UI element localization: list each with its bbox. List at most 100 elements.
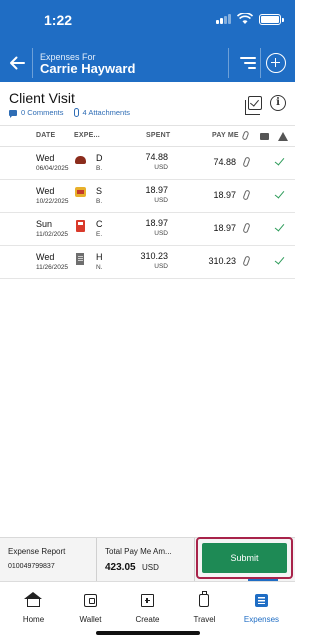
wallet-icon: [84, 594, 97, 607]
tab-wallet[interactable]: Wallet: [61, 582, 120, 632]
submit-highlight: Submit: [196, 537, 293, 579]
expense-report-id: 010049799837: [8, 563, 55, 570]
expenses-icon: [255, 594, 268, 607]
report-meta: 0 Comments 4 Attachments: [9, 108, 131, 118]
tab-label: Create: [135, 615, 160, 624]
row-pay-me: 310.23: [208, 256, 236, 266]
row-subtext: B.: [96, 165, 103, 172]
footer-divider: [96, 538, 97, 582]
row-pay-me: 18.97: [213, 190, 236, 200]
status-bar: 1:22: [0, 0, 295, 44]
table-row[interactable]: Wed 11/26/2025 H N. 310.23 USD 310.23: [0, 246, 295, 279]
tab-travel[interactable]: Travel: [175, 582, 234, 632]
paperclip-icon: [242, 255, 251, 267]
comment-icon: [260, 133, 269, 140]
report-title: Client Visit: [9, 90, 75, 106]
paperclip-icon: [73, 108, 79, 117]
row-subtext: N.: [96, 264, 103, 271]
row-subtext: E.: [96, 231, 103, 238]
row-date: 11/26/2025: [36, 264, 69, 271]
checklist-icon[interactable]: [245, 96, 262, 115]
check-icon: [274, 155, 285, 166]
paperclip-icon: [242, 189, 251, 201]
paperclip-icon: [242, 156, 251, 168]
tab-label: Travel: [193, 615, 216, 624]
row-spent: 18.97: [145, 185, 168, 195]
filter-button[interactable]: [234, 51, 256, 75]
table-row[interactable]: Wed 10/22/2025 S B. 18.97 USD 18.97: [0, 180, 295, 213]
attachments-link[interactable]: 4 Attachments: [83, 108, 131, 117]
column-pay-me[interactable]: PAY ME: [212, 132, 239, 139]
row-currency: USD: [154, 197, 168, 204]
row-currency: USD: [154, 230, 168, 237]
tab-label: Expenses: [243, 615, 280, 624]
check-icon: [274, 188, 285, 199]
wifi-icon: [237, 13, 253, 24]
column-spent[interactable]: SPENT: [146, 132, 170, 139]
signal-icon: [216, 14, 231, 24]
row-currency: USD: [154, 263, 168, 270]
tab-create[interactable]: Create: [118, 582, 177, 632]
header-divider: [32, 48, 33, 78]
warning-icon: [278, 132, 288, 141]
fastfood-icon: [74, 187, 86, 199]
row-category: D: [96, 153, 103, 163]
back-button[interactable]: [6, 50, 28, 76]
fuel-icon: [74, 220, 86, 232]
row-spent: 18.97: [145, 218, 168, 228]
add-expense-button[interactable]: [266, 53, 286, 73]
comment-icon: [9, 109, 17, 118]
row-spent: 310.23: [140, 251, 168, 261]
app-header: Expenses For Carrie Hayward: [0, 44, 295, 82]
row-day: Sun: [36, 219, 53, 229]
row-pay-me: 18.97: [213, 223, 236, 233]
row-spent: 74.88: [145, 152, 168, 162]
total-pay-me-label: Total Pay Me Am...: [105, 547, 172, 556]
row-date: 11/02/2025: [36, 231, 69, 238]
tab-expenses[interactable]: Expenses: [232, 582, 291, 632]
row-category: H: [96, 252, 103, 262]
row-day: Wed: [36, 153, 55, 163]
status-time: 1:22: [44, 12, 73, 28]
row-day: Wed: [36, 186, 55, 196]
table-row[interactable]: Sun 11/02/2025 C E. 18.97 USD 18.97: [0, 213, 295, 246]
header-divider: [260, 48, 261, 78]
column-expense[interactable]: EXPE...: [74, 132, 100, 139]
dining-icon: [74, 154, 86, 166]
travel-icon: [199, 591, 209, 607]
submit-button[interactable]: Submit: [202, 543, 287, 573]
status-icons: [216, 13, 284, 25]
row-category: S: [96, 186, 103, 196]
total-pay-me-amount: 423.05: [105, 562, 136, 573]
column-date[interactable]: DATE: [36, 132, 55, 139]
tab-home[interactable]: Home: [4, 582, 63, 632]
tab-label: Home: [22, 615, 45, 624]
hotel-icon: [74, 253, 86, 265]
header-title: Carrie Hayward: [40, 61, 136, 76]
row-subtext: B.: [96, 198, 103, 205]
check-icon: [274, 221, 285, 232]
row-date: 06/04/2025: [36, 165, 69, 172]
check-icon: [274, 254, 285, 265]
table-header: DATE EXPE... SPENT PAY ME: [0, 125, 295, 147]
paperclip-icon: [241, 130, 250, 141]
expense-report-label: Expense Report: [8, 547, 66, 556]
total-currency: USD: [142, 563, 159, 572]
row-day: Wed: [36, 252, 55, 262]
header-divider: [228, 48, 229, 78]
home-icon: [24, 592, 42, 607]
table-row[interactable]: Wed 06/04/2025 D B. 74.88 USD 74.88: [0, 147, 295, 180]
tab-label: Wallet: [79, 615, 102, 624]
info-icon[interactable]: i: [270, 95, 286, 111]
paperclip-icon: [242, 222, 251, 234]
row-date: 10/22/2025: [36, 198, 69, 205]
create-icon: [141, 594, 154, 607]
row-pay-me: 74.88: [213, 157, 236, 167]
footer-divider: [194, 538, 195, 582]
row-category: C: [96, 219, 103, 229]
expense-list: Wed 06/04/2025 D B. 74.88 USD 74.88 Wed …: [0, 147, 295, 279]
comments-link[interactable]: 0 Comments: [21, 108, 64, 117]
filter-icon: [240, 57, 256, 59]
battery-icon: [259, 13, 284, 25]
home-indicator: [96, 631, 200, 635]
